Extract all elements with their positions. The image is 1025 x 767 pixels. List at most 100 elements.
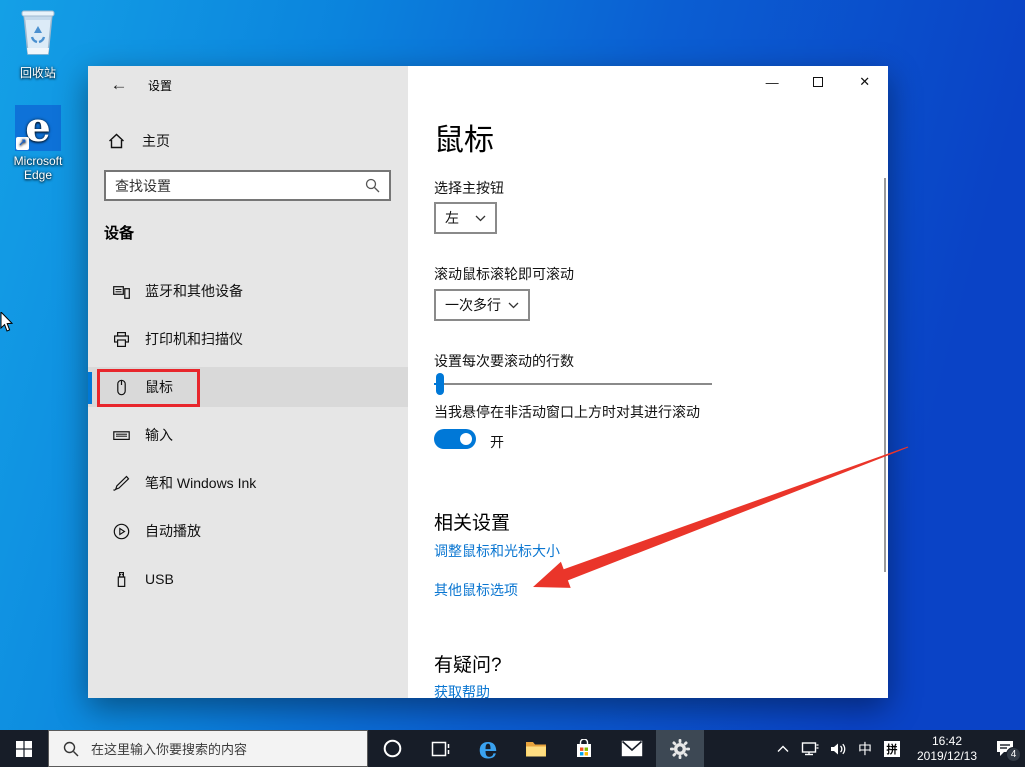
scroll-lines-label: 设置每次要滚动的行数: [434, 353, 574, 369]
task-view-icon: [431, 741, 450, 756]
get-help-link[interactable]: 获取帮助: [434, 682, 490, 702]
search-icon: [63, 741, 79, 756]
related-settings-heading: 相关设置: [434, 513, 511, 534]
mail-button[interactable]: [608, 730, 656, 767]
sidebar-item-label: 输入: [145, 427, 173, 443]
sidebar-item-label: 蓝牙和其他设备: [145, 283, 243, 299]
settings-main-panel: 鼠标 选择主按钮 左 滚动鼠标滚轮即可滚动 一次多行 设置每次要滚动的行数 当我…: [408, 66, 888, 700]
annotation-red-box: [97, 369, 200, 407]
page-title: 鼠标: [434, 124, 494, 157]
wheel-value: 一次多行: [445, 297, 501, 313]
sidebar-item-bluetooth[interactable]: 蓝牙和其他设备: [88, 271, 408, 311]
edge-taskbar-button[interactable]: e: [464, 730, 512, 767]
scroll-lines-slider[interactable]: [434, 373, 712, 395]
maximize-icon: [813, 77, 824, 87]
taskbar-search-placeholder: 在这里输入你要搜索的内容: [91, 742, 248, 757]
slider-track[interactable]: [434, 383, 712, 385]
gear-icon: [670, 738, 690, 759]
taskbar-search-input[interactable]: 在这里输入你要搜索的内容: [48, 730, 368, 767]
clock-time: 16:42: [931, 733, 963, 748]
close-button[interactable]: ✕: [842, 66, 888, 98]
mail-icon: [621, 740, 643, 757]
edge-label: Microsoft Edge: [13, 154, 63, 182]
mouse-cursor-icon: [0, 312, 14, 332]
sidebar-item-usb[interactable]: USB: [88, 559, 408, 599]
task-view-button[interactable]: [416, 730, 464, 767]
settings-search-input[interactable]: 查找设置: [104, 170, 391, 201]
notification-count-badge: 4: [1006, 747, 1021, 762]
printer-icon: [114, 331, 130, 347]
sidebar-item-pen[interactable]: 笔和 Windows Ink: [88, 463, 408, 503]
settings-window: ← 设置 主页 查找设置 设备 蓝牙和其他设备 打印机和扫描仪 鼠标 输入 笔和…: [88, 66, 888, 700]
devices-icon: [113, 285, 130, 299]
network-icon: [801, 742, 819, 756]
taskbar-clock[interactable]: 16:42 2019/12/13: [909, 734, 985, 764]
slider-thumb[interactable]: [436, 373, 444, 395]
sidebar-item-label: USB: [145, 571, 174, 587]
sidebar-section-heading: 设备: [104, 225, 135, 242]
toggle-state-label: 开: [490, 434, 504, 450]
selected-item-accent-bar: [88, 372, 92, 404]
adjust-mouse-cursor-size-link[interactable]: 调整鼠标和光标大小: [434, 541, 560, 561]
edge-desktop-icon[interactable]: e ↗ Microsoft Edge: [0, 105, 76, 182]
windows-logo-icon: [16, 740, 32, 757]
start-button[interactable]: [0, 730, 48, 767]
usb-icon: [117, 571, 126, 587]
sidebar-item-home[interactable]: 主页: [88, 123, 408, 159]
ime-mode-indicator[interactable]: 拼: [884, 740, 900, 757]
inactive-scroll-toggle[interactable]: [434, 429, 476, 449]
recycle-bin-desktop-icon[interactable]: 回收站: [0, 6, 76, 81]
sidebar-item-label: 打印机和扫描仪: [145, 331, 243, 347]
file-explorer-icon: [526, 741, 546, 756]
sidebar-item-label: 自动播放: [145, 523, 201, 539]
inactive-scroll-label: 当我悬停在非活动窗口上方时对其进行滚动: [434, 404, 700, 420]
network-tray-icon[interactable]: [796, 741, 824, 756]
tray-expand-button[interactable]: [770, 745, 796, 753]
wheel-dropdown[interactable]: 一次多行: [434, 289, 530, 321]
window-title: 设置: [148, 79, 173, 93]
minimize-button[interactable]: —: [749, 66, 795, 98]
taskbar: 在这里输入你要搜索的内容 e 中 拼 16:42 2019/12/13 4: [0, 730, 1025, 767]
primary-button-value: 左: [445, 210, 459, 226]
pen-icon: [113, 475, 130, 491]
chevron-down-icon: [508, 302, 519, 308]
additional-mouse-options-link[interactable]: 其他鼠标选项: [434, 580, 518, 600]
sidebar-item-printers[interactable]: 打印机和扫描仪: [88, 319, 408, 359]
maximize-button[interactable]: [795, 66, 841, 98]
toggle-knob: [460, 433, 472, 445]
content-scrollbar[interactable]: [884, 178, 886, 572]
back-button[interactable]: ←: [102, 70, 136, 100]
edge-tile-icon: e ↗: [15, 105, 61, 151]
settings-search-placeholder: 查找设置: [115, 177, 171, 194]
help-heading: 有疑问?: [434, 655, 502, 676]
edge-icon: e: [478, 730, 498, 766]
clock-date: 2019/12/13: [916, 748, 978, 763]
settings-taskbar-button[interactable]: [656, 730, 704, 767]
system-tray: 中 拼 16:42 2019/12/13 4: [770, 730, 1025, 767]
sidebar-home-label: 主页: [142, 133, 170, 149]
primary-button-label: 选择主按钮: [434, 180, 504, 196]
volume-tray-icon[interactable]: [824, 742, 852, 756]
cortana-button[interactable]: [368, 730, 416, 767]
search-icon: [365, 178, 380, 193]
store-button[interactable]: [560, 730, 608, 767]
store-icon: [577, 738, 591, 757]
sidebar-item-typing[interactable]: 输入: [88, 415, 408, 455]
chevron-up-icon: [777, 745, 789, 752]
sidebar-item-label: 笔和 Windows Ink: [145, 475, 257, 491]
keyboard-icon: [113, 430, 130, 440]
home-icon: [109, 133, 124, 149]
speaker-icon: [830, 743, 845, 754]
autoplay-icon: [113, 523, 130, 539]
shortcut-arrow-icon: ↗: [16, 137, 29, 150]
chevron-down-icon: [475, 215, 486, 221]
file-explorer-button[interactable]: [512, 730, 560, 767]
caption-buttons: — ✕: [749, 66, 888, 98]
cortana-icon: [383, 739, 401, 758]
primary-button-dropdown[interactable]: 左: [434, 202, 497, 234]
wheel-label: 滚动鼠标滚轮即可滚动: [434, 266, 574, 282]
ime-language-indicator[interactable]: 中: [852, 739, 878, 759]
sidebar-item-autoplay[interactable]: 自动播放: [88, 511, 408, 551]
settings-sidebar: ← 设置 主页 查找设置 设备 蓝牙和其他设备 打印机和扫描仪 鼠标 输入 笔和…: [88, 66, 408, 698]
action-center-button[interactable]: 4: [985, 730, 1025, 767]
